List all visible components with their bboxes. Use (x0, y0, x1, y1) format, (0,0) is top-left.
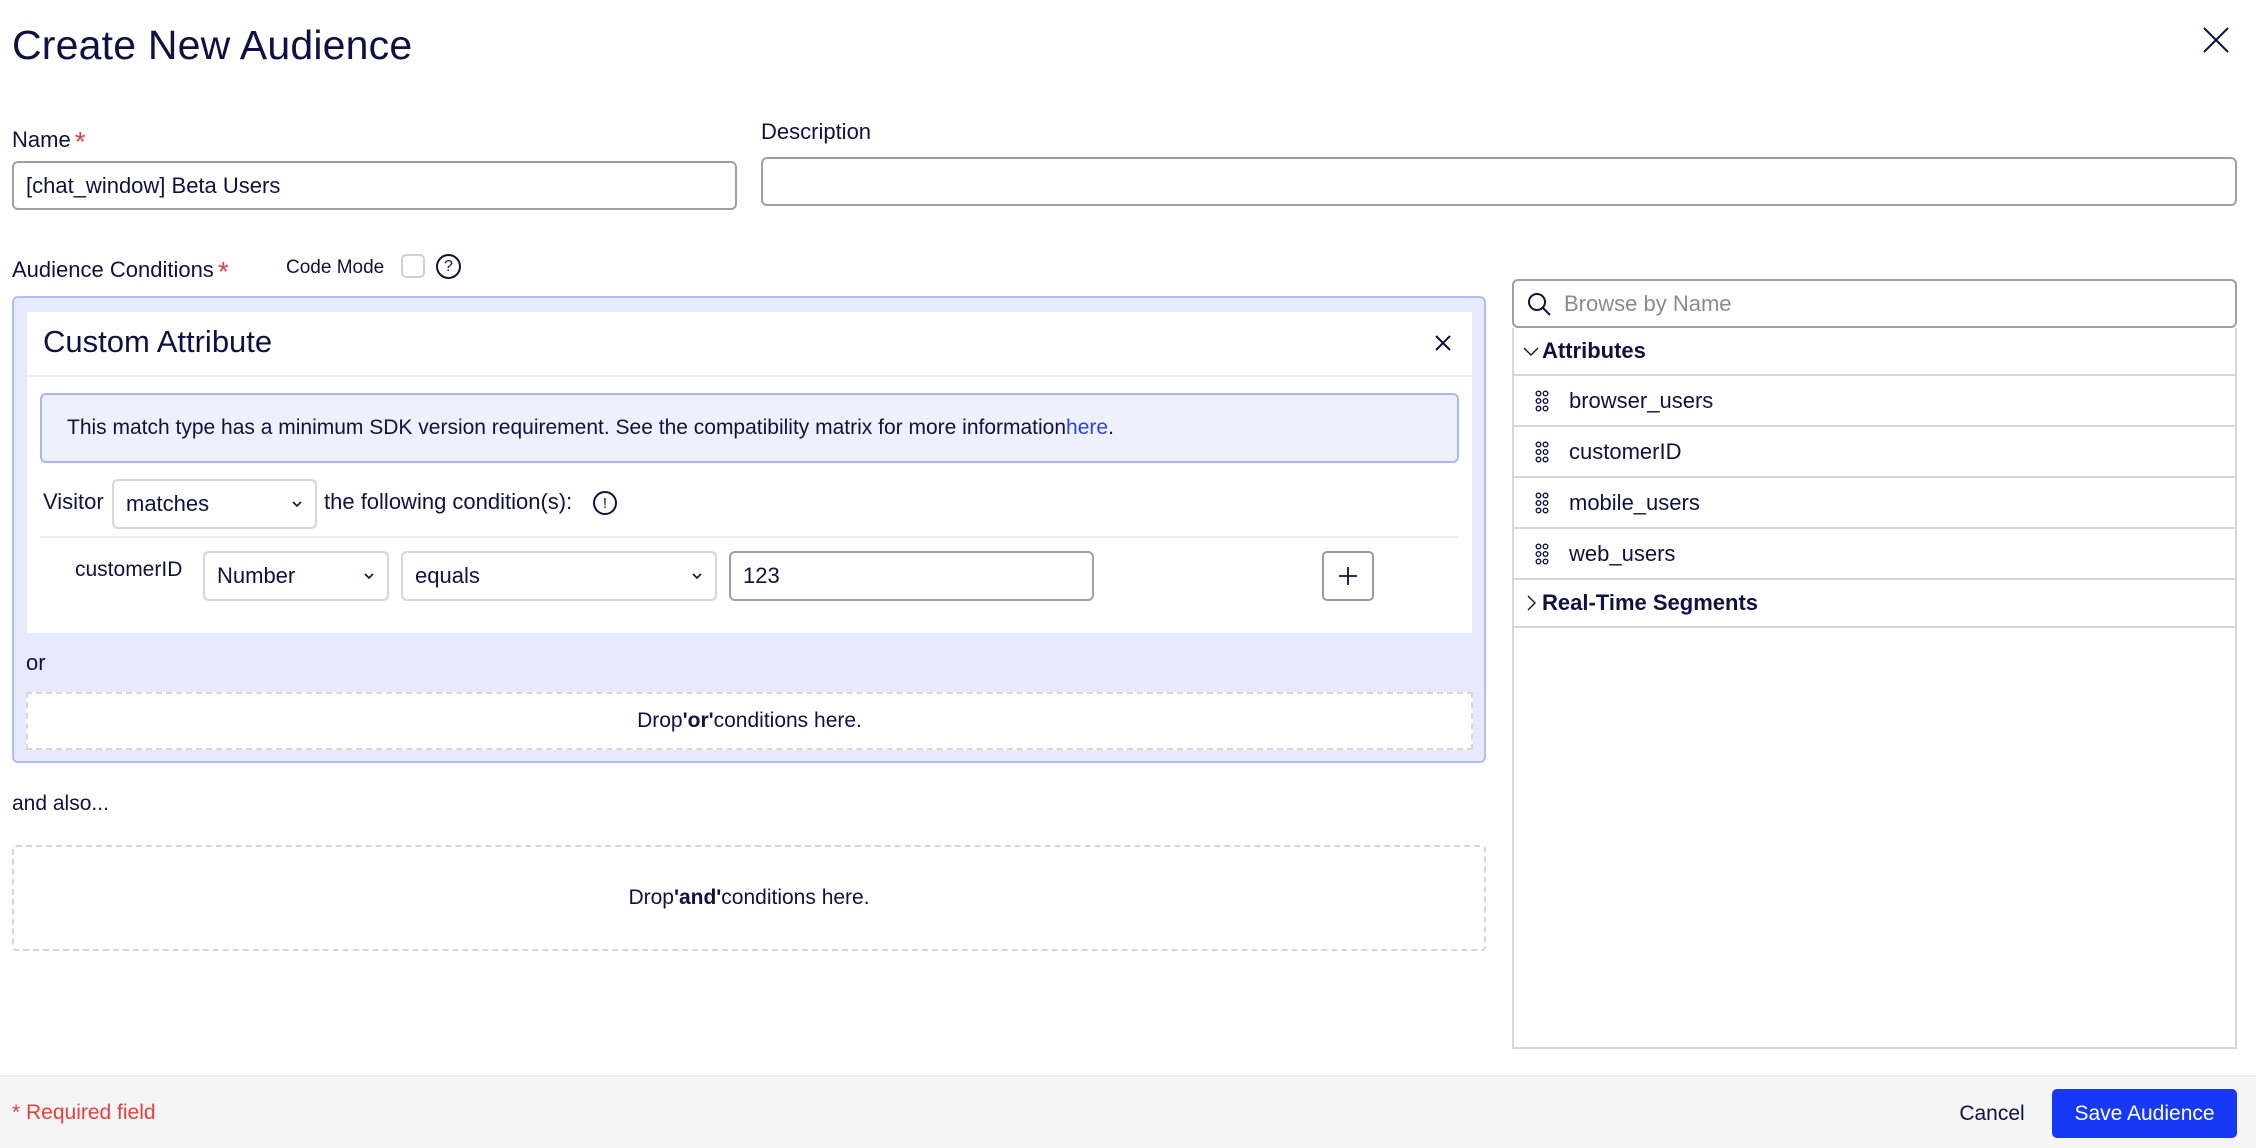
close-icon (2203, 27, 2229, 53)
value-type-select[interactable]: Number (203, 551, 389, 601)
info-alert-icon[interactable]: ! (593, 491, 617, 515)
close-dialog-button[interactable] (2200, 24, 2232, 56)
description-input[interactable] (761, 157, 2237, 206)
plus-icon (1339, 567, 1357, 585)
browse-search-input[interactable] (1564, 290, 2204, 317)
and-also-label: and also... (12, 792, 109, 815)
list-item[interactable]: customerID (1514, 427, 2235, 478)
drag-handle-icon (1535, 543, 1549, 565)
list-item[interactable]: mobile_users (1514, 478, 2235, 529)
match-type-select[interactable]: matches (112, 479, 317, 529)
drop-text: Drop (628, 886, 674, 909)
drop-text: Drop (637, 709, 683, 732)
item-label: browser_users (1569, 387, 1714, 413)
drop-and-zone[interactable]: Drop 'and' conditions here. (12, 845, 1486, 951)
drop-text: conditions here. (721, 886, 870, 909)
alert-suffix: . (1108, 416, 1114, 439)
sdk-requirement-alert: This match type has a minimum SDK versio… (40, 393, 1459, 463)
card-title: Custom Attribute (43, 324, 273, 359)
code-mode-checkbox[interactable] (401, 254, 425, 278)
list-item[interactable]: browser_users (1514, 376, 2235, 427)
drag-handle-icon (1535, 492, 1549, 514)
compatibility-link[interactable]: here (1066, 416, 1108, 440)
group-attributes[interactable]: Attributes (1514, 328, 2235, 376)
item-label: mobile_users (1569, 489, 1700, 515)
value-type-value: Number (217, 563, 296, 588)
following-conditions-label: the following condition(s): (324, 489, 573, 514)
operator-select[interactable]: equals (401, 551, 717, 601)
browse-search[interactable] (1512, 279, 2237, 328)
chevron-down-icon (292, 501, 302, 508)
required-field-note: * Required field (12, 1101, 156, 1124)
audience-conditions-label: Audience Conditions * (12, 252, 229, 287)
required-marker: * (217, 256, 229, 287)
name-input[interactable]: [chat_window] Beta Users (12, 161, 737, 210)
chevron-down-icon (364, 573, 374, 580)
drop-text: conditions here. (713, 709, 862, 732)
name-input-value: [chat_window] Beta Users (26, 172, 281, 198)
drop-keyword: 'and' (673, 886, 722, 909)
chevron-down-icon (692, 573, 702, 580)
item-label: web_users (1569, 540, 1676, 566)
name-label-text: Name (12, 127, 71, 152)
match-type-value: matches (126, 491, 210, 516)
dialog-title: Create New Audience (12, 22, 413, 68)
chevron-down-icon (1523, 347, 1539, 356)
divider (40, 536, 1459, 538)
required-marker: * (74, 126, 86, 157)
drag-handle-icon (1535, 441, 1549, 463)
visitor-label: Visitor (43, 489, 104, 514)
close-icon (1435, 335, 1451, 351)
alert-text: This match type has a minimum SDK versio… (67, 416, 1067, 439)
name-label: Name * (12, 122, 86, 157)
save-audience-button[interactable]: Save Audience (2052, 1089, 2237, 1138)
or-label: or (26, 650, 46, 675)
item-label: customerID (1569, 438, 1682, 464)
group-label: Real-Time Segments (1542, 590, 1759, 615)
remove-condition-button[interactable] (1432, 332, 1454, 354)
dialog-footer (0, 1075, 2256, 1148)
drag-handle-icon (1535, 390, 1549, 412)
chevron-right-icon (1527, 595, 1536, 611)
code-mode-label: Code Mode (286, 257, 385, 278)
description-label: Description (761, 119, 872, 144)
condition-value: 123 (743, 563, 780, 588)
drop-or-zone[interactable]: Drop 'or' conditions here. (26, 692, 1473, 750)
help-icon[interactable]: ? (436, 254, 461, 279)
operator-value: equals (415, 563, 480, 588)
divider (27, 375, 1472, 377)
audience-conditions-label-text: Audience Conditions (12, 257, 214, 282)
attribute-browser-list: Attributes browser_users customerID mobi… (1512, 328, 2237, 1049)
cancel-button[interactable]: Cancel (1946, 1089, 2038, 1138)
drop-keyword: 'or' (682, 709, 714, 732)
group-label: Attributes (1542, 338, 1646, 363)
list-item[interactable]: web_users (1514, 529, 2235, 580)
add-condition-button[interactable] (1322, 551, 1374, 601)
search-icon (1528, 292, 1551, 316)
condition-value-input[interactable]: 123 (729, 551, 1094, 601)
condition-attribute-name: customerID (75, 558, 183, 581)
group-real-time-segments[interactable]: Real-Time Segments (1514, 580, 2235, 628)
